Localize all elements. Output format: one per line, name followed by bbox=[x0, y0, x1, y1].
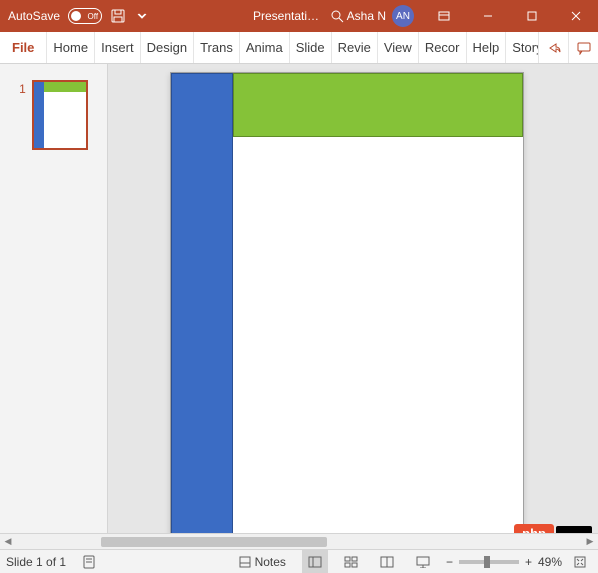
tab-home[interactable]: Home bbox=[47, 32, 95, 63]
status-bar: Slide 1 of 1 Notes − + 49% bbox=[0, 549, 598, 573]
notes-label: Notes bbox=[255, 555, 286, 569]
overflow-icon[interactable] bbox=[134, 8, 150, 24]
ribbon-right bbox=[538, 32, 598, 63]
green-rectangle-shape[interactable] bbox=[233, 73, 523, 137]
document-title[interactable]: Presentati… bbox=[253, 9, 319, 23]
thumbnail-pane[interactable]: 1 bbox=[0, 64, 108, 549]
reading-view-button[interactable] bbox=[374, 550, 400, 573]
zoom-slider[interactable] bbox=[459, 560, 519, 564]
blue-rectangle-shape[interactable] bbox=[171, 73, 233, 543]
tab-transitions[interactable]: Trans bbox=[194, 32, 240, 63]
user-name: Asha N bbox=[347, 9, 386, 23]
tab-slideshow[interactable]: Slide bbox=[290, 32, 332, 63]
slide-thumbnail-1[interactable] bbox=[32, 80, 88, 150]
notes-button[interactable]: Notes bbox=[233, 550, 292, 573]
zoom-knob[interactable] bbox=[484, 556, 490, 568]
thumb-green-shape bbox=[44, 82, 86, 92]
tab-view[interactable]: View bbox=[378, 32, 419, 63]
zoom-out-button[interactable]: − bbox=[446, 555, 453, 569]
title-bar: AutoSave Off Presentati… Asha N AN bbox=[0, 0, 598, 32]
ribbon: File Home Insert Design Trans Anima Slid… bbox=[0, 32, 598, 64]
accessibility-icon[interactable] bbox=[76, 550, 102, 573]
zoom-in-button[interactable]: + bbox=[525, 555, 532, 569]
title-center: Presentati… bbox=[253, 8, 345, 24]
tab-storyline[interactable]: Storyl bbox=[506, 32, 538, 63]
autosave-toggle[interactable]: Off bbox=[68, 8, 102, 24]
main-area: 1 php bbox=[0, 64, 598, 549]
normal-view-button[interactable] bbox=[302, 550, 328, 573]
tab-record[interactable]: Recor bbox=[419, 32, 467, 63]
user-section[interactable]: Asha N AN bbox=[339, 5, 422, 27]
tab-help[interactable]: Help bbox=[467, 32, 507, 63]
maximize-button[interactable] bbox=[510, 0, 554, 32]
tab-insert[interactable]: Insert bbox=[95, 32, 141, 63]
horizontal-scrollbar[interactable]: ◀ ▶ bbox=[0, 533, 598, 549]
scroll-thumb[interactable] bbox=[101, 537, 327, 547]
autosave-label: AutoSave bbox=[8, 9, 60, 23]
scroll-left-arrow[interactable]: ◀ bbox=[0, 534, 16, 550]
tab-design[interactable]: Design bbox=[141, 32, 194, 63]
share-button[interactable] bbox=[538, 32, 568, 63]
autosave-state: Off bbox=[88, 12, 99, 21]
minimize-button[interactable] bbox=[466, 0, 510, 32]
scroll-right-arrow[interactable]: ▶ bbox=[582, 534, 598, 550]
slide-editor[interactable]: php bbox=[108, 64, 598, 549]
toggle-knob bbox=[71, 11, 81, 21]
ribbon-tabs: File Home Insert Design Trans Anima Slid… bbox=[0, 32, 538, 63]
thumbnail-row: 1 bbox=[19, 80, 88, 150]
close-button[interactable] bbox=[554, 0, 598, 32]
tab-animations[interactable]: Anima bbox=[240, 32, 290, 63]
zoom-controls: − + 49% bbox=[446, 555, 592, 569]
titlebar-left: AutoSave Off bbox=[0, 8, 150, 24]
slide-number: 1 bbox=[19, 82, 26, 96]
thumb-blue-shape bbox=[34, 82, 44, 148]
save-icon[interactable] bbox=[110, 8, 126, 24]
zoom-label[interactable]: 49% bbox=[538, 555, 562, 569]
slide-canvas[interactable] bbox=[170, 72, 524, 544]
fit-to-window-button[interactable] bbox=[568, 556, 592, 568]
tab-file[interactable]: File bbox=[0, 32, 47, 63]
comments-button[interactable] bbox=[568, 32, 598, 63]
slide-sorter-button[interactable] bbox=[338, 550, 364, 573]
scroll-track[interactable] bbox=[16, 534, 582, 550]
titlebar-right: Asha N AN bbox=[339, 0, 598, 32]
slideshow-button[interactable] bbox=[410, 550, 436, 573]
ribbon-display-button[interactable] bbox=[422, 0, 466, 32]
search-icon[interactable] bbox=[329, 8, 345, 24]
tab-review[interactable]: Revie bbox=[332, 32, 378, 63]
avatar: AN bbox=[392, 5, 414, 27]
slide-indicator[interactable]: Slide 1 of 1 bbox=[6, 555, 66, 569]
